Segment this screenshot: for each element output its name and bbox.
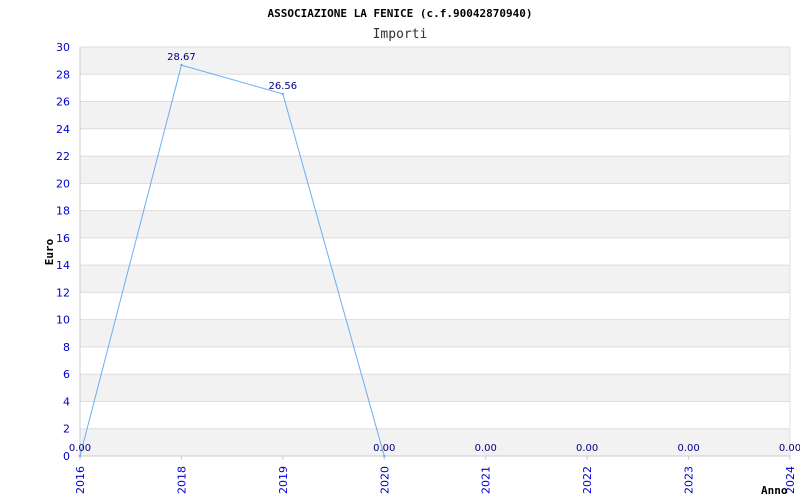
data-label: 26.56 xyxy=(269,81,298,92)
chart-title: ASSOCIAZIONE LA FENICE (c.f.90042870940) xyxy=(268,7,533,20)
chart: 0 2 4 6 8 10 12 14 16 18 20 22 24 26 28 30 2016 2018 2019… xyxy=(0,0,800,500)
grid-band xyxy=(80,374,790,402)
x-tick-label: 2018 xyxy=(175,466,188,494)
y-axis-label: Euro xyxy=(43,238,56,265)
x-tick-labels: 2016 2018 2019 2020 2021 2022 2023 2024 xyxy=(74,466,797,494)
x-tick-label: 2016 xyxy=(74,466,87,494)
y-tick-label: 28 xyxy=(56,68,70,81)
data-label: 28.67 xyxy=(167,52,196,63)
y-tick-label: 18 xyxy=(56,205,70,218)
line-chart: 024681012141618202224262830 2016 2018 2019… xyxy=(43,7,800,497)
x-tick-label: 2020 xyxy=(378,466,391,494)
y-tick-label: 12 xyxy=(56,286,70,299)
grid-band xyxy=(80,210,790,238)
y-tick-label: 20 xyxy=(56,177,70,190)
y-tick-label: 22 xyxy=(56,150,70,163)
data-point xyxy=(78,454,82,458)
data-label: 0.00 xyxy=(779,443,800,454)
x-axis-label: Anno xyxy=(761,484,788,497)
data-label: 0.00 xyxy=(576,443,598,454)
y-tick-label: 10 xyxy=(56,314,70,327)
data-point xyxy=(383,454,386,458)
x-tick-label: 2021 xyxy=(480,466,493,494)
y-tick-label: 14 xyxy=(56,259,70,272)
x-tick-label: 2023 xyxy=(683,466,696,494)
data-label: 0.00 xyxy=(677,443,699,454)
y-tick-labels: 024681012141618202224262830 xyxy=(56,41,70,463)
grid-band xyxy=(80,101,790,129)
x-tick-label: 2019 xyxy=(277,466,290,494)
y-tick-label: 30 xyxy=(56,41,70,54)
y-tick-label: 2 xyxy=(63,423,70,436)
y-tick-label: 26 xyxy=(56,96,70,109)
background-bands xyxy=(80,47,790,456)
y-tick-label: 16 xyxy=(56,232,70,245)
data-point xyxy=(281,92,285,96)
y-tick-label: 24 xyxy=(56,123,70,136)
grid-band xyxy=(80,265,790,293)
grid-band xyxy=(80,319,790,347)
data-label: 0.00 xyxy=(373,443,395,454)
y-tick-label: 8 xyxy=(63,341,70,354)
data-label: 0.00 xyxy=(475,443,497,454)
y-tick-label: 4 xyxy=(63,395,70,408)
grid-band xyxy=(80,156,790,184)
y-tick-label: 6 xyxy=(63,368,70,381)
data-point xyxy=(180,63,183,67)
x-tick-label: 2022 xyxy=(581,466,594,494)
chart-subtitle: Importi xyxy=(373,27,428,42)
data-label: 0.00 xyxy=(69,443,91,454)
